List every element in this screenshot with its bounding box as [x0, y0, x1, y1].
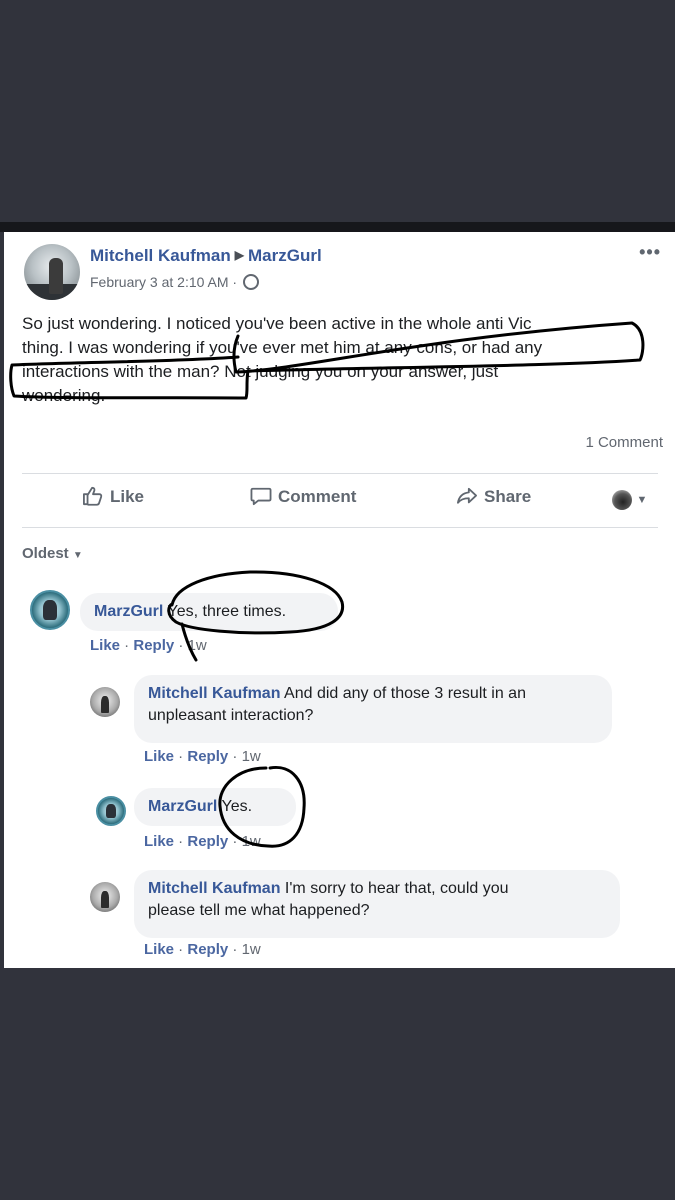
comment-text-line: please tell me what happened?	[148, 902, 370, 919]
comment-reply-link[interactable]: Reply	[187, 941, 228, 958]
share-label: Share	[484, 487, 532, 506]
comment-reply-link[interactable]: Reply	[187, 833, 228, 850]
comment-text: Yes.	[221, 798, 253, 815]
comment-author-link[interactable]: Mitchell Kaufman	[148, 685, 280, 702]
commenter-avatar[interactable]	[90, 687, 120, 717]
commenter-avatar[interactable]	[90, 882, 120, 912]
comment-reply-link[interactable]: Reply	[133, 637, 174, 654]
comment-bubble: Mitchell Kaufman And did any of those 3 …	[134, 675, 612, 743]
sort-label: Oldest	[22, 545, 69, 562]
poster-avatar[interactable]	[24, 244, 80, 300]
comment-like-link[interactable]: Like	[144, 941, 174, 958]
post-timestamp[interactable]: February 3 at 2:10 AM	[90, 274, 229, 290]
like-button[interactable]: Like	[82, 486, 144, 507]
poster-name-link[interactable]: Mitchell Kaufman	[90, 246, 231, 265]
post-header: Mitchell Kaufman ▶ MarzGurl	[90, 246, 322, 266]
caret-down-icon: ▼	[636, 494, 648, 506]
comment-time[interactable]: 1w	[188, 637, 207, 654]
comment-author-link[interactable]: MarzGurl	[148, 798, 217, 815]
target-name-link[interactable]: MarzGurl	[248, 246, 322, 265]
caret-down-icon: ▼	[72, 550, 83, 561]
share-arrow-icon	[456, 487, 477, 504]
post-meta: February 3 at 2:10 AM ·	[90, 274, 259, 290]
post-text-line: thing. I was wondering if you've ever me…	[22, 338, 543, 357]
comment-actions: Like · Reply · 1w	[144, 941, 261, 958]
arrow-right-icon: ▶	[234, 248, 244, 262]
comment-author-link[interactable]: Mitchell Kaufman	[148, 880, 280, 897]
post-text-line: wondering.	[22, 386, 106, 405]
divider	[22, 473, 658, 474]
comment-like-link[interactable]: Like	[144, 748, 174, 765]
facebook-post-card: Mitchell Kaufman ▶ MarzGurl February 3 at …	[4, 232, 675, 968]
share-button[interactable]: Share	[456, 486, 531, 507]
commenter-avatar[interactable]	[30, 590, 70, 630]
comment-like-link[interactable]: Like	[90, 637, 120, 654]
comment-bubble: MarzGurl Yes, three times.	[80, 593, 338, 631]
comment-time[interactable]: 1w	[242, 833, 261, 850]
comment-time[interactable]: 1w	[242, 941, 261, 958]
comment-count-link[interactable]: 1 Comment	[585, 434, 663, 451]
divider	[22, 527, 658, 528]
comment-actions: Like · Reply · 1w	[144, 833, 261, 850]
thumbs-up-icon	[83, 486, 103, 506]
top-dark-strip	[0, 222, 675, 232]
post-text: So just wondering. I noticed you've been…	[22, 312, 658, 408]
comment-actions: Like · Reply · 1w	[90, 637, 207, 654]
comment-label: Comment	[278, 487, 357, 506]
globe-icon	[242, 274, 259, 290]
post-text-line: interactions with the man? Not judging y…	[22, 362, 499, 381]
speech-bubble-icon	[250, 487, 272, 506]
profile-thumbnail-icon	[612, 490, 632, 510]
comment-like-link[interactable]: Like	[144, 833, 174, 850]
like-label: Like	[110, 487, 145, 506]
comment-button[interactable]: Comment	[250, 486, 356, 507]
post-text-line: So just wondering. I noticed you've been…	[22, 314, 532, 333]
comment-bubble: MarzGurl Yes.	[134, 788, 296, 826]
comment-reply-link[interactable]: Reply	[187, 748, 228, 765]
comment-text-line: I'm sorry to hear that, could you	[284, 880, 509, 897]
reaction-selector[interactable]: ▼	[612, 490, 647, 510]
comment-author-link[interactable]: MarzGurl	[94, 603, 163, 620]
comment-bubble: Mitchell Kaufman I'm sorry to hear that,…	[134, 870, 620, 938]
comment-text-line: And did any of those 3 result in an	[284, 685, 526, 702]
commenter-avatar[interactable]	[96, 796, 126, 826]
comment-time[interactable]: 1w	[242, 748, 261, 765]
more-options-icon[interactable]: •••	[639, 242, 661, 263]
comment-text: Yes, three times.	[167, 603, 287, 620]
comment-actions: Like · Reply · 1w	[144, 748, 261, 765]
comment-sort-dropdown[interactable]: Oldest ▼	[22, 545, 83, 562]
comment-text-line: unpleasant interaction?	[148, 707, 314, 724]
